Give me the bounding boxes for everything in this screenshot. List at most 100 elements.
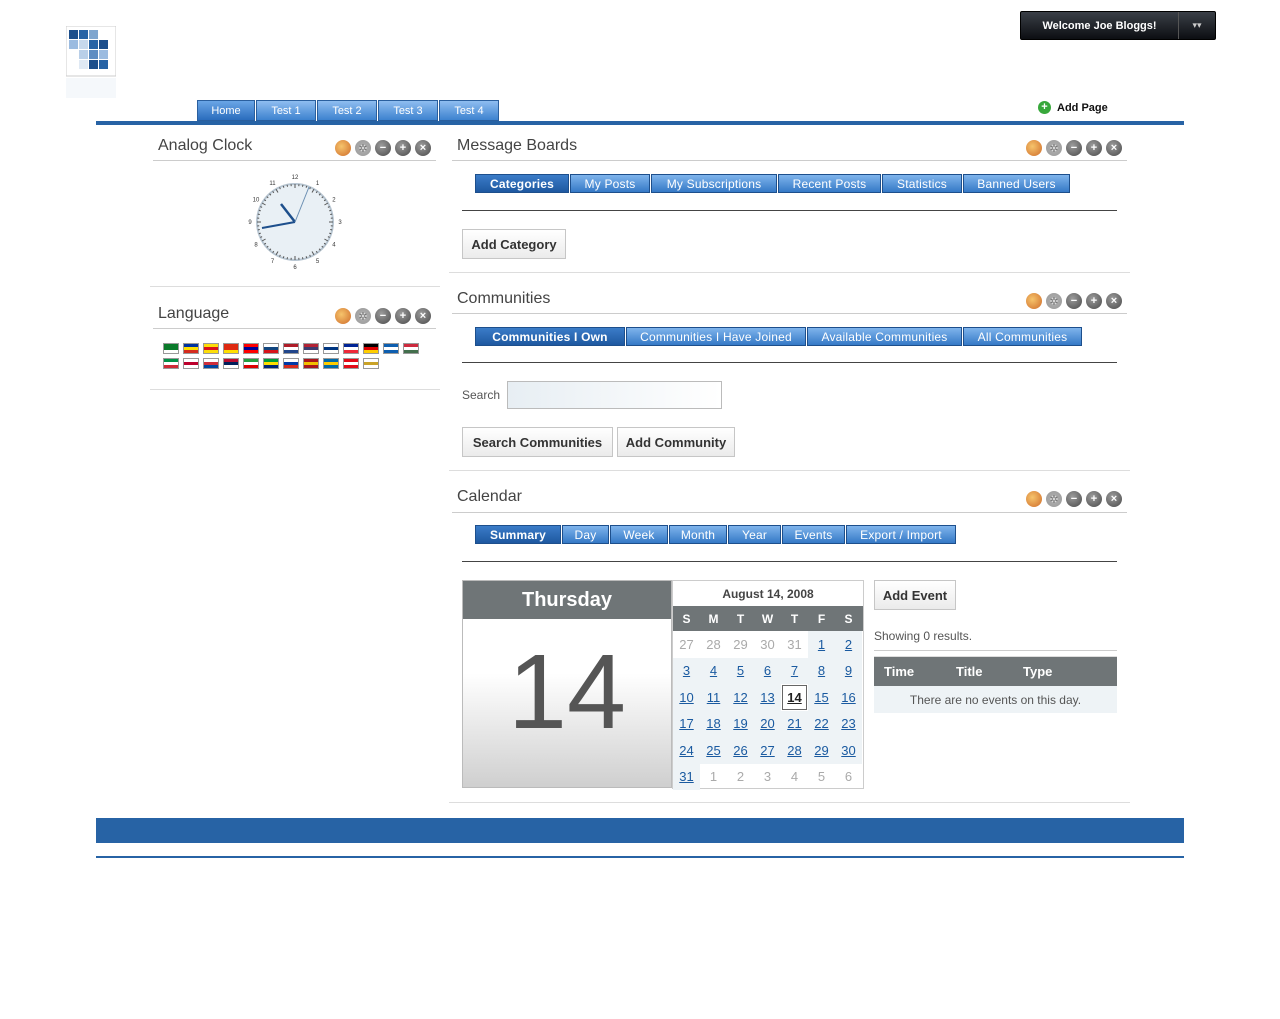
configuration-icon[interactable]: ✲	[355, 140, 371, 156]
tab-communities-i-have-joined[interactable]: Communities I Have Joined	[626, 327, 806, 346]
look-and-feel-icon[interactable]	[1026, 140, 1042, 156]
search-communities-button[interactable]: Search Communities	[462, 427, 613, 457]
minimize-icon[interactable]: −	[375, 140, 391, 156]
calendar-day[interactable]: 30	[835, 737, 862, 764]
configuration-icon[interactable]: ✲	[355, 308, 371, 324]
flag-russian-icon[interactable]	[283, 358, 299, 369]
calendar-day[interactable]: 31	[673, 763, 700, 790]
search-input[interactable]	[507, 381, 722, 409]
calendar-day[interactable]: 20	[754, 710, 781, 737]
maximize-icon[interactable]: +	[395, 308, 411, 324]
tab-my-subscriptions[interactable]: My Subscriptions	[651, 174, 777, 193]
flag-czech-icon[interactable]	[263, 343, 279, 354]
calendar-day[interactable]: 6	[754, 657, 781, 684]
maximize-icon[interactable]: +	[395, 140, 411, 156]
tab-test-4[interactable]: Test 4	[439, 100, 499, 121]
calendar-day[interactable]: 4	[700, 657, 727, 684]
flag-swedish-icon[interactable]	[323, 358, 339, 369]
flag-korean-icon[interactable]	[203, 358, 219, 369]
calendar-day[interactable]: 10	[673, 684, 700, 711]
calendar-day[interactable]: 19	[727, 710, 754, 737]
flag-norwegian-icon[interactable]	[223, 358, 239, 369]
calendar-day[interactable]: 23	[835, 710, 862, 737]
tab-categories[interactable]: Categories	[475, 174, 569, 193]
tab-test-3[interactable]: Test 3	[378, 100, 438, 121]
calendar-day[interactable]: 21	[781, 710, 808, 737]
minimize-icon[interactable]: −	[1066, 491, 1082, 507]
flag-dutch-icon[interactable]	[283, 343, 299, 354]
calendar-day[interactable]: 16	[835, 684, 862, 711]
close-icon[interactable]: ×	[1106, 293, 1122, 309]
calendar-day[interactable]: 1	[808, 631, 835, 658]
flag-persian-icon[interactable]	[243, 358, 259, 369]
maximize-icon[interactable]: +	[1086, 293, 1102, 309]
tab-test-2[interactable]: Test 2	[317, 100, 377, 121]
minimize-icon[interactable]: −	[1066, 140, 1082, 156]
tab-events[interactable]: Events	[782, 525, 845, 544]
calendar-day-today[interactable]: 14	[782, 685, 807, 710]
close-icon[interactable]: ×	[415, 308, 431, 324]
calendar-day[interactable]: 13	[754, 684, 781, 711]
calendar-day[interactable]: 26	[727, 737, 754, 764]
tab-all-communities[interactable]: All Communities	[963, 327, 1082, 346]
calendar-day[interactable]: 9	[835, 657, 862, 684]
calendar-day[interactable]: 2	[835, 631, 862, 658]
tab-month[interactable]: Month	[669, 525, 727, 544]
configuration-icon[interactable]: ✲	[1046, 140, 1062, 156]
flag-finnish-icon[interactable]	[323, 343, 339, 354]
tab-summary[interactable]: Summary	[475, 525, 561, 544]
flag-vietnamese-icon[interactable]	[363, 358, 379, 369]
calendar-day[interactable]: 11	[700, 684, 727, 711]
look-and-feel-icon[interactable]	[1026, 491, 1042, 507]
tab-year[interactable]: Year	[728, 525, 781, 544]
tab-export-import[interactable]: Export / Import	[846, 525, 956, 544]
flag-english-icon[interactable]	[303, 343, 319, 354]
flag-turkish-icon[interactable]	[343, 358, 359, 369]
tab-test-1[interactable]: Test 1	[256, 100, 316, 121]
calendar-day[interactable]: 24	[673, 737, 700, 764]
user-menu[interactable]: Welcome Joe Bloggs! ▾▾	[1020, 11, 1216, 40]
calendar-day[interactable]: 22	[808, 710, 835, 737]
calendar-day[interactable]: 12	[727, 684, 754, 711]
tab-week[interactable]: Week	[610, 525, 668, 544]
flag-japanese-icon[interactable]	[183, 358, 199, 369]
calendar-day[interactable]: 18	[700, 710, 727, 737]
tab-day[interactable]: Day	[562, 525, 609, 544]
look-and-feel-icon[interactable]	[1026, 293, 1042, 309]
calendar-day[interactable]: 3	[673, 657, 700, 684]
tab-available-communities[interactable]: Available Communities	[807, 327, 962, 346]
calendar-day[interactable]: 28	[781, 737, 808, 764]
look-and-feel-icon[interactable]	[335, 308, 351, 324]
flag-portuguese-icon[interactable]	[263, 358, 279, 369]
close-icon[interactable]: ×	[415, 140, 431, 156]
minimize-icon[interactable]: −	[1066, 293, 1082, 309]
flag-italian-icon[interactable]	[163, 358, 179, 369]
flag-taiwanese-icon[interactable]	[243, 343, 259, 354]
flag-greek-icon[interactable]	[383, 343, 399, 354]
calendar-day[interactable]: 8	[808, 657, 835, 684]
flag-arabic-icon[interactable]	[163, 343, 179, 354]
calendar-day[interactable]: 17	[673, 710, 700, 737]
flag-hungarian-icon[interactable]	[403, 343, 419, 354]
maximize-icon[interactable]: +	[1086, 140, 1102, 156]
flag-catalan-icon[interactable]	[183, 343, 199, 354]
maximize-icon[interactable]: +	[1086, 491, 1102, 507]
tab-my-posts[interactable]: My Posts	[570, 174, 650, 193]
calendar-day[interactable]: 5	[727, 657, 754, 684]
tab-home[interactable]: Home	[197, 100, 255, 121]
flag-catalan-spain-icon[interactable]	[203, 343, 219, 354]
minimize-icon[interactable]: −	[375, 308, 391, 324]
close-icon[interactable]: ×	[1106, 491, 1122, 507]
flag-german-icon[interactable]	[363, 343, 379, 354]
add-event-button[interactable]: Add Event	[874, 580, 956, 610]
flag-spanish-icon[interactable]	[303, 358, 319, 369]
calendar-day[interactable]: 27	[754, 737, 781, 764]
logo[interactable]	[65, 25, 117, 101]
add-page-button[interactable]: + Add Page	[1038, 101, 1108, 114]
look-and-feel-icon[interactable]	[335, 140, 351, 156]
add-community-button[interactable]: Add Community	[617, 427, 735, 457]
flag-french-icon[interactable]	[343, 343, 359, 354]
tab-banned-users[interactable]: Banned Users	[963, 174, 1070, 193]
close-icon[interactable]: ×	[1106, 140, 1122, 156]
configuration-icon[interactable]: ✲	[1046, 491, 1062, 507]
